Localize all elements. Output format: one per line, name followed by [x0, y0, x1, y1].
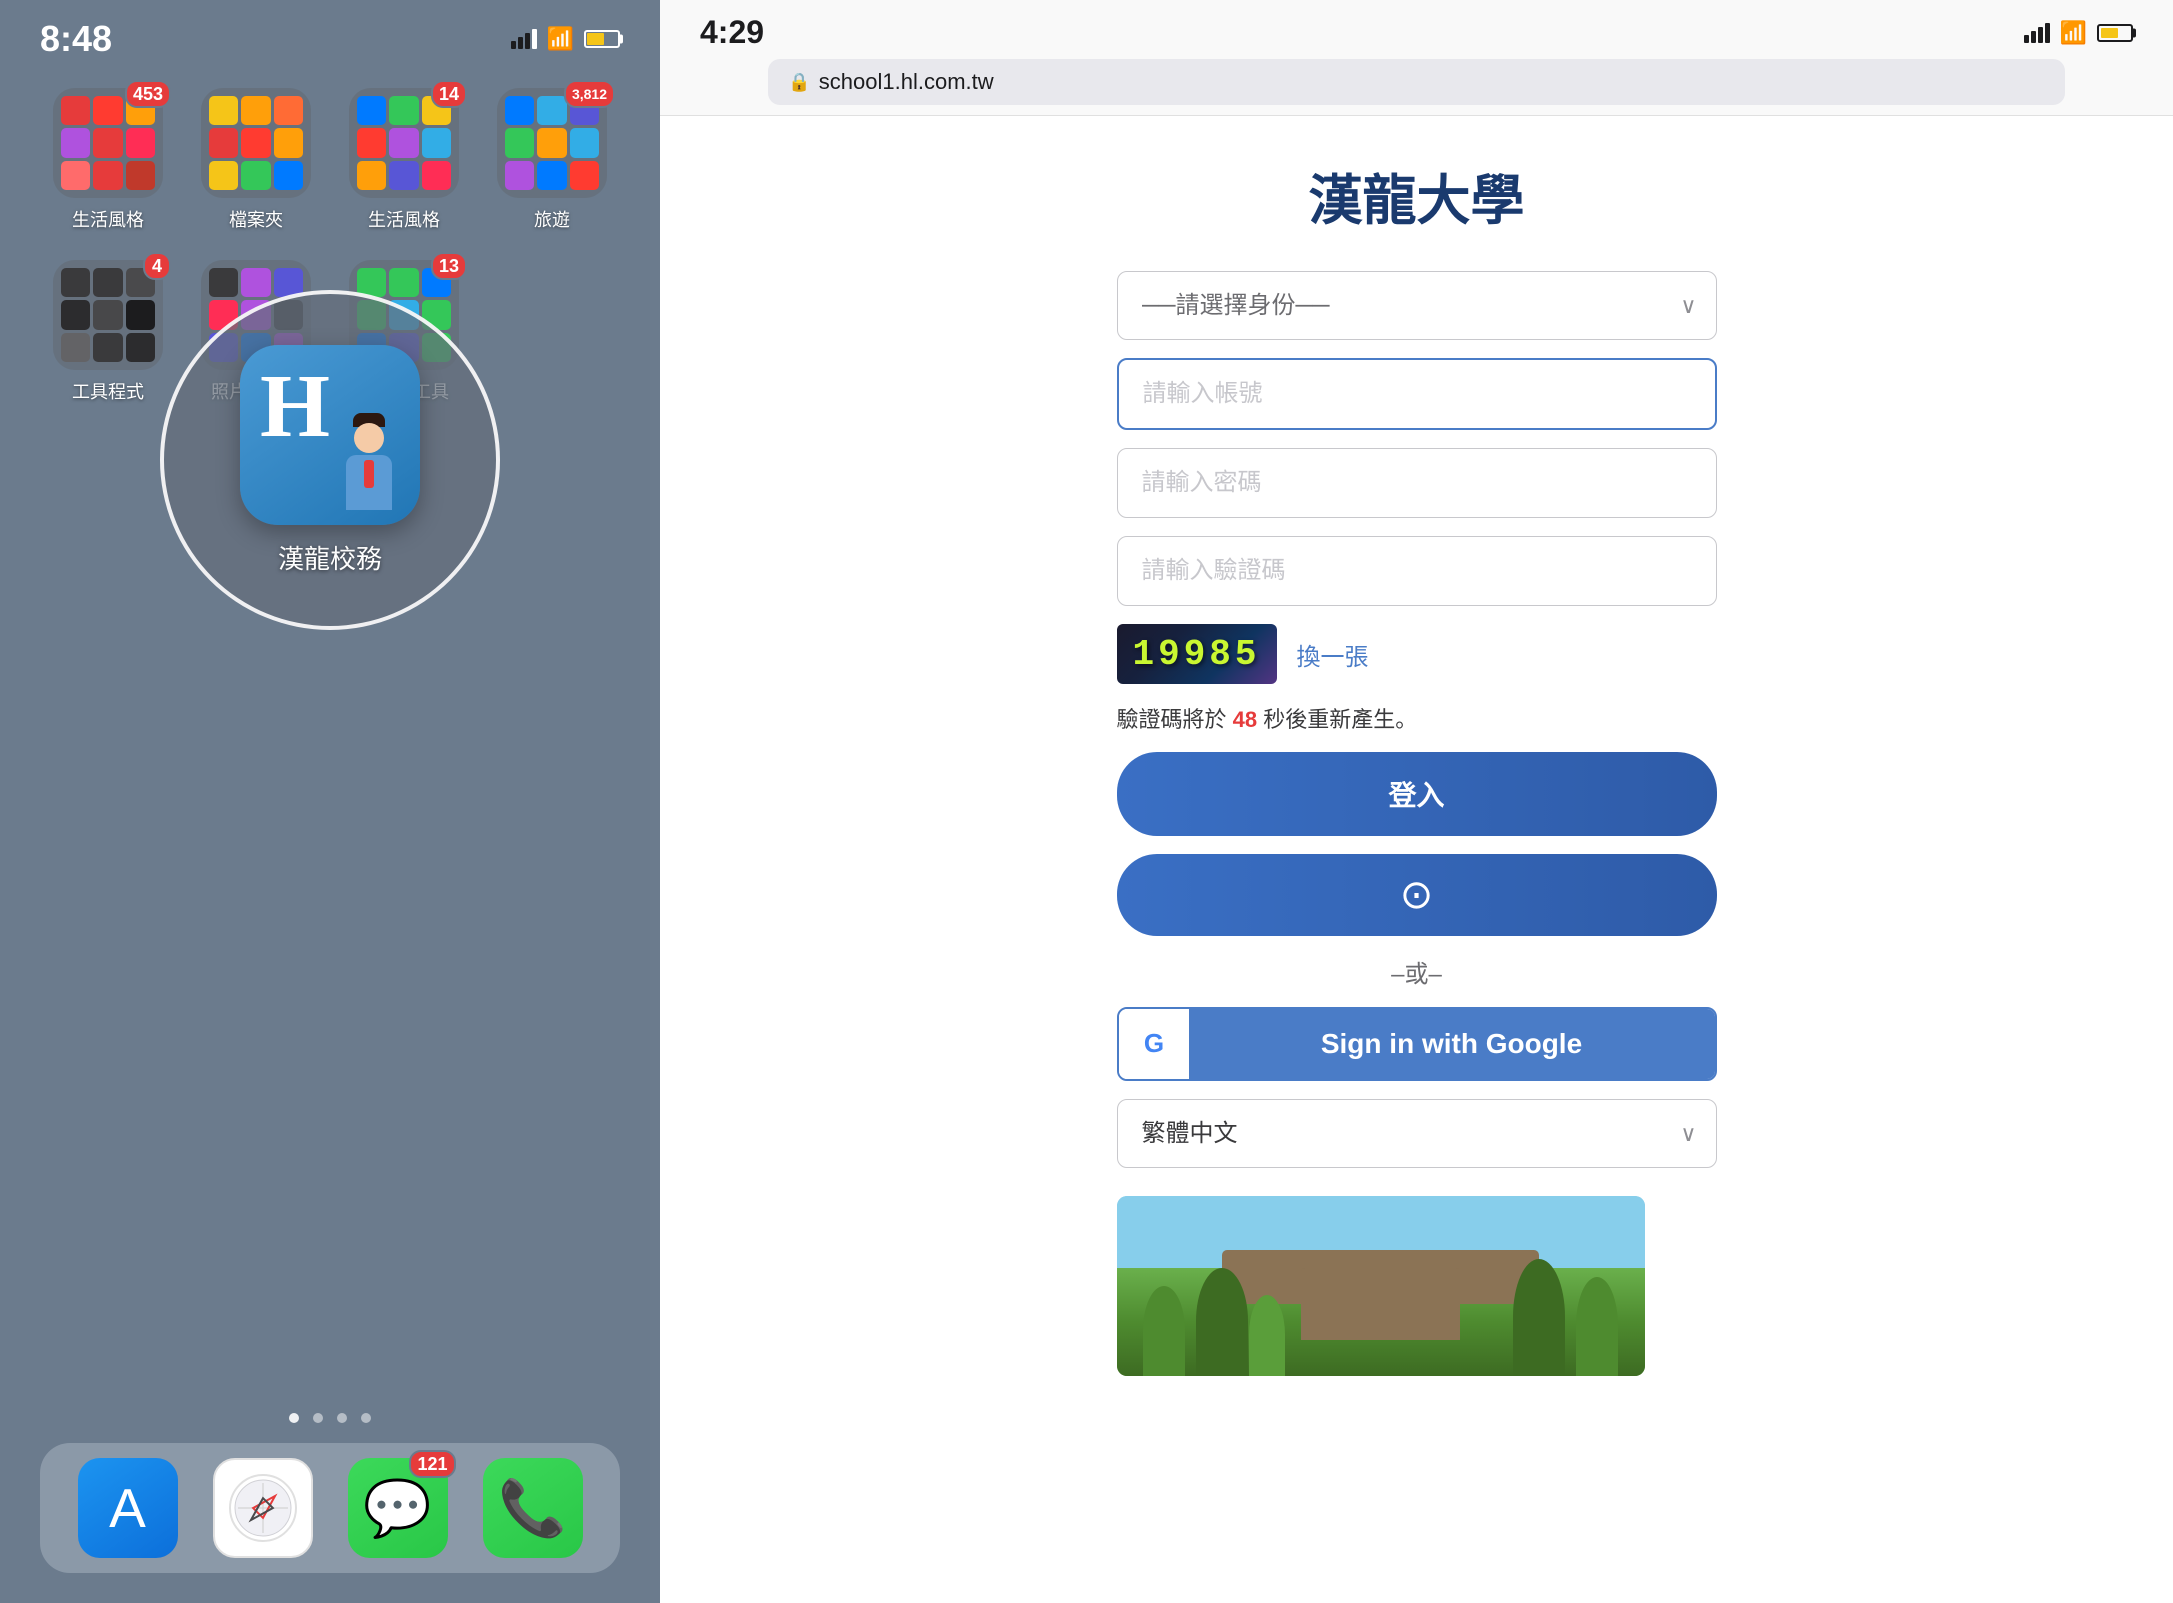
folder-shenghuo2[interactable]: 14 生活風格	[344, 88, 464, 232]
dot-2	[313, 1413, 323, 1423]
status-icons-left: 📶	[511, 26, 620, 52]
folder-label-2: 生活風格	[368, 206, 440, 232]
right-browser: 4:29 📶 🔒 school1.hl.com.tw 漢龍大學	[660, 0, 2173, 1603]
captcha-input[interactable]	[1117, 536, 1717, 606]
identity-select-wrapper[interactable]: ──請選擇身份── ∨	[1117, 271, 1717, 340]
web-content: 漢龍大學 ──請選擇身份── ∨ 19985 換一張	[660, 116, 2173, 1603]
google-logo-box: G	[1119, 1009, 1189, 1079]
captcha-row: 19985 換一張	[1117, 624, 1717, 684]
dock-safari[interactable]	[213, 1458, 313, 1558]
fingerprint-icon: ⊙	[1400, 873, 1434, 917]
folder-label-3: 旅遊	[534, 206, 570, 232]
folder-label-1: 檔案夾	[229, 206, 283, 232]
username-input[interactable]	[1117, 358, 1717, 430]
signal-icon	[511, 29, 537, 49]
dot-4	[361, 1413, 371, 1423]
h-letter-icon: H	[260, 355, 330, 458]
page-dots	[289, 1413, 371, 1423]
biometric-button[interactable]: ⊙	[1117, 854, 1717, 936]
badge-3812: 3,812	[564, 80, 615, 108]
dock-messages[interactable]: 💬 121	[348, 1458, 448, 1558]
password-input[interactable]	[1117, 448, 1717, 518]
status-bar-left: 8:48 📶	[0, 0, 660, 68]
google-g-icon: G	[1132, 1022, 1176, 1066]
captcha-refresh-link[interactable]: 換一張	[1297, 637, 1369, 672]
dot-3	[337, 1413, 347, 1423]
app-store-icon: A	[109, 1476, 146, 1540]
badge-13: 13	[431, 252, 467, 280]
folder-shenghuo1[interactable]: 453 生活風格	[48, 88, 168, 232]
google-button-text: Sign in with Google	[1189, 1009, 1715, 1079]
wifi-icon: 📶	[547, 26, 574, 52]
wifi-icon-right: 📶	[2060, 20, 2087, 46]
folder-travel[interactable]: 3,812 旅遊	[492, 88, 612, 232]
page-title: 漢龍大學	[1309, 156, 1525, 235]
browser-status-bar: 4:29 📶	[680, 14, 2153, 51]
badge-14: 14	[431, 80, 467, 108]
folder-files[interactable]: 檔案夾	[196, 88, 316, 232]
highlight-app-label: 漢龍校務	[278, 539, 382, 576]
safari-icon	[228, 1473, 298, 1543]
dock-phone[interactable]: 📞	[483, 1458, 583, 1558]
dot-1	[289, 1413, 299, 1423]
browser-toolbar: 4:29 📶 🔒 school1.hl.com.tw	[660, 0, 2173, 116]
language-selector[interactable]: 繁體中文 ∨	[1117, 1099, 1717, 1168]
campus-image	[1117, 1196, 1645, 1376]
status-icons-right: 📶	[2024, 20, 2133, 46]
phone-icon: 📞	[498, 1476, 566, 1541]
login-form: ──請選擇身份── ∨ 19985 換一張 驗證碼將於 48 秒後重	[1117, 271, 1717, 1376]
address-bar[interactable]: 🔒 school1.hl.com.tw	[768, 59, 2064, 105]
or-divider: –或–	[1117, 954, 1717, 989]
badge-4: 4	[143, 252, 171, 280]
campus-image-bg	[1117, 1196, 1645, 1376]
lock-icon: 🔒	[788, 72, 810, 93]
folder-label-4: 工具程式	[72, 378, 144, 404]
time-right: 4:29	[700, 14, 764, 51]
timer-suffix: 秒後重新產生。	[1263, 707, 1417, 732]
folder-label-0: 生活風格	[72, 206, 144, 232]
timer-seconds: 48	[1233, 707, 1257, 732]
captcha-image: 19985	[1117, 624, 1277, 684]
left-phone: 8:48 📶	[0, 0, 660, 1603]
person-figure-icon	[334, 413, 404, 513]
highlight-circle: H 漢龍校務	[160, 290, 500, 630]
language-select[interactable]: 繁體中文	[1117, 1099, 1717, 1168]
timer-prefix: 驗證碼將於	[1117, 707, 1227, 732]
battery-icon-right	[2097, 24, 2133, 42]
google-signin-button[interactable]: G Sign in with Google	[1117, 1007, 1717, 1081]
captcha-text: 19985	[1132, 634, 1260, 675]
identity-select[interactable]: ──請選擇身份──	[1117, 271, 1717, 340]
dock-app-store[interactable]: A	[78, 1458, 178, 1558]
captcha-timer: 驗證碼將於 48 秒後重新產生。	[1117, 702, 1717, 734]
login-button[interactable]: 登入	[1117, 752, 1717, 836]
badge-messages: 121	[409, 1450, 455, 1478]
badge-453: 453	[125, 80, 171, 108]
battery-icon	[584, 30, 620, 48]
messages-icon: 💬	[363, 1476, 431, 1541]
hanlong-app-icon[interactable]: H	[240, 345, 420, 525]
time-left: 8:48	[40, 18, 112, 60]
signal-icon-right	[2024, 23, 2050, 43]
folder-tools[interactable]: 4 工具程式	[48, 260, 168, 404]
dock: A 💬 121 📞	[40, 1443, 620, 1573]
url-text: school1.hl.com.tw	[819, 69, 994, 95]
svg-text:G: G	[1143, 1028, 1163, 1058]
